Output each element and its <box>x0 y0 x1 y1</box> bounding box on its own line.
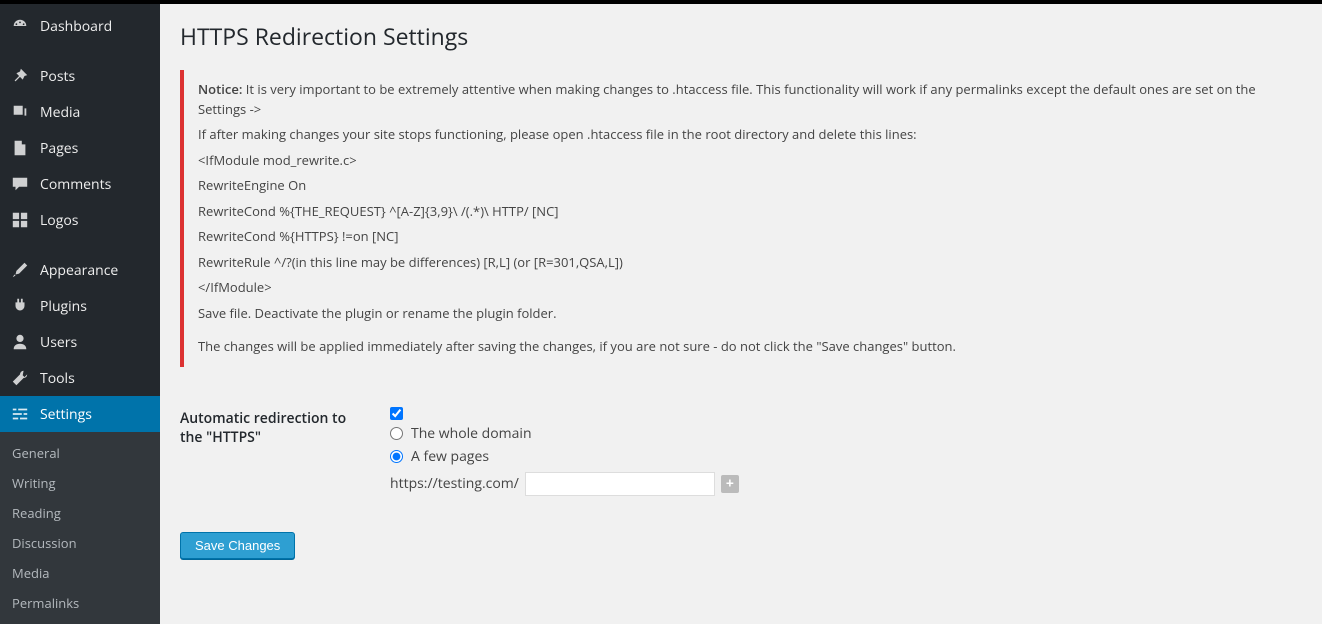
notice-code: RewriteRule ^/?(in this line may be diff… <box>198 253 1302 273</box>
sidebar-item-logos[interactable]: Logos <box>0 202 160 238</box>
notice-line: If after making changes your site stops … <box>198 125 1302 145</box>
notice-code: <IfModule mod_rewrite.c> <box>198 151 1302 171</box>
radio-label: The whole domain <box>411 424 532 443</box>
submenu-writing[interactable]: Writing <box>0 468 160 498</box>
sidebar-item-label: Comments <box>40 175 111 194</box>
submenu-permalinks[interactable]: Permalinks <box>0 588 160 618</box>
notice-text: It is very important to be extremely att… <box>198 80 1256 118</box>
page-title: HTTPS Redirection Settings <box>180 20 1302 52</box>
radio-whole-domain[interactable] <box>390 427 403 440</box>
admin-bar <box>0 0 1322 4</box>
notice-code: </IfModule> <box>198 278 1302 298</box>
notice-line: The changes will be applied immediately … <box>198 337 1302 357</box>
sidebar-item-tools[interactable]: Tools <box>0 360 160 396</box>
sidebar-item-settings[interactable]: Settings <box>0 396 160 432</box>
sidebar-item-label: Dashboard <box>40 17 112 36</box>
field-label: Automatic redirection to the "HTTPS" <box>180 397 380 506</box>
auto-redirect-checkbox[interactable] <box>390 407 403 420</box>
sidebar-item-label: Appearance <box>40 261 118 280</box>
dashboard-icon <box>10 16 30 36</box>
url-prefix: https://testing.com/ <box>390 474 519 493</box>
media-icon <box>10 102 30 122</box>
plug-icon <box>10 296 30 316</box>
sidebar-item-dashboard[interactable]: Dashboard <box>0 8 160 44</box>
notice-code: RewriteEngine On <box>198 176 1302 196</box>
notice-line: Notice: It is very important to be extre… <box>198 80 1302 119</box>
settings-form: Automatic redirection to the "HTTPS" The… <box>180 397 1302 506</box>
warning-notice: Notice: It is very important to be extre… <box>180 70 1302 367</box>
sidebar-item-appearance[interactable]: Appearance <box>0 252 160 288</box>
sidebar-item-media[interactable]: Media <box>0 94 160 130</box>
sliders-icon <box>10 404 30 424</box>
notice-code: RewriteCond %{THE_REQUEST} ^[A-Z]{3,9}\ … <box>198 202 1302 222</box>
sidebar-item-label: Posts <box>40 67 75 86</box>
sidebar-item-comments[interactable]: Comments <box>0 166 160 202</box>
sidebar-item-users[interactable]: Users <box>0 324 160 360</box>
user-icon <box>10 332 30 352</box>
save-changes-button[interactable]: Save Changes <box>180 532 295 559</box>
content-area: HTTPS Redirection Settings Notice: It is… <box>160 0 1322 624</box>
sidebar-item-label: Logos <box>40 211 78 230</box>
pages-icon <box>10 138 30 158</box>
sidebar-item-label: Users <box>40 333 77 352</box>
wrench-icon <box>10 368 30 388</box>
brush-icon <box>10 260 30 280</box>
sidebar-item-label: Plugins <box>40 297 87 316</box>
comment-icon <box>10 174 30 194</box>
sidebar-item-posts[interactable]: Posts <box>0 58 160 94</box>
sidebar-item-label: Media <box>40 103 80 122</box>
notice-line: Save file. Deactivate the plugin or rena… <box>198 304 1302 324</box>
submenu-reading[interactable]: Reading <box>0 498 160 528</box>
sidebar-item-plugins[interactable]: Plugins <box>0 288 160 324</box>
submenu-general[interactable]: General <box>0 438 160 468</box>
notice-strong: Notice: <box>198 80 242 98</box>
sidebar-item-label: Pages <box>40 139 78 158</box>
settings-submenu: General Writing Reading Discussion Media… <box>0 432 160 624</box>
submenu-discussion[interactable]: Discussion <box>0 528 160 558</box>
sidebar-item-label: Tools <box>40 369 75 388</box>
radio-few-pages[interactable] <box>390 450 403 463</box>
sidebar-item-pages[interactable]: Pages <box>0 130 160 166</box>
blocks-icon <box>10 210 30 230</box>
page-path-input[interactable] <box>525 472 715 496</box>
notice-code: RewriteCond %{HTTPS} !=on [NC] <box>198 227 1302 247</box>
admin-sidebar: Dashboard Posts Media Pages Comments Log… <box>0 0 160 624</box>
submenu-media[interactable]: Media <box>0 558 160 588</box>
sidebar-item-label: Settings <box>40 405 92 424</box>
pin-icon <box>10 66 30 86</box>
radio-label: A few pages <box>411 447 489 466</box>
add-page-button[interactable]: + <box>721 475 739 493</box>
